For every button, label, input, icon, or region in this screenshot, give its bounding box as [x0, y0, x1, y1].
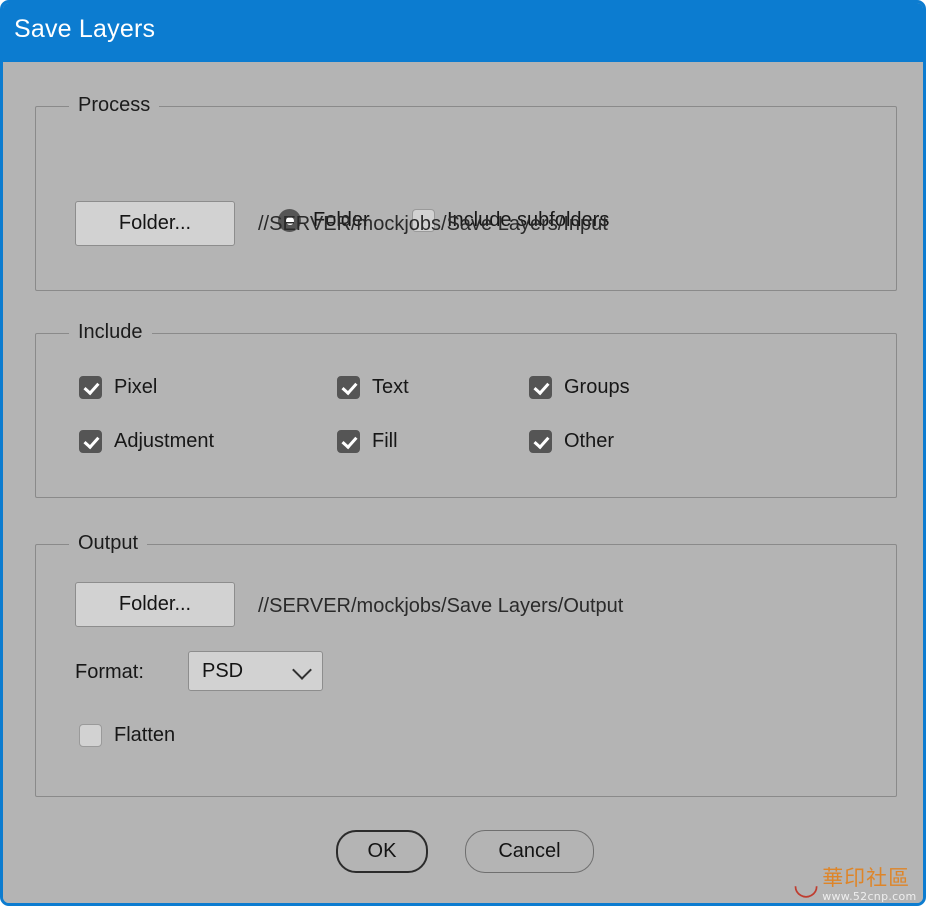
save-layers-dialog: Save Layers Process Active image Folder … [0, 0, 926, 906]
chevron-down-icon [292, 660, 312, 680]
dialog-body: Process Active image Folder Include subf… [3, 62, 923, 903]
checkbox-flatten[interactable]: Flatten [79, 724, 175, 747]
checkbox-pixel[interactable]: Pixel [79, 376, 157, 399]
checkbox-fill-box[interactable] [337, 430, 360, 453]
format-dropdown-value: PSD [202, 659, 244, 682]
format-dropdown[interactable]: PSD [188, 651, 323, 691]
output-group-legend: Output [69, 532, 148, 555]
checkbox-pixel-box[interactable] [79, 376, 102, 399]
checkbox-text-box[interactable] [337, 376, 360, 399]
checkbox-other[interactable]: Other [529, 430, 614, 453]
process-folder-button[interactable]: Folder... [75, 201, 235, 246]
checkbox-text[interactable]: Text [337, 376, 409, 399]
checkbox-adjustment-box[interactable] [79, 430, 102, 453]
output-folder-button[interactable]: Folder... [75, 582, 235, 627]
checkbox-groups-label: Groups [564, 376, 630, 398]
format-label: Format: [75, 661, 144, 683]
checkbox-text-label: Text [372, 376, 409, 398]
dialog-titlebar: Save Layers [3, 3, 923, 62]
checkbox-adjustment[interactable]: Adjustment [79, 430, 214, 453]
checkbox-groups-box[interactable] [529, 376, 552, 399]
watermark-chinese-text: 華印社區 [822, 866, 911, 891]
site-watermark: ◡ 華印社區 www.52cnp.com [793, 864, 923, 903]
checkbox-pixel-label: Pixel [114, 376, 158, 398]
checkbox-flatten-label: Flatten [114, 724, 176, 746]
checkbox-adjustment-label: Adjustment [114, 430, 215, 452]
dialog-title: Save Layers [14, 15, 156, 43]
checkbox-flatten-box[interactable] [79, 724, 102, 747]
include-group: Include [35, 321, 897, 498]
checkbox-other-box[interactable] [529, 430, 552, 453]
process-folder-path: //SERVER/mockjobs/Save Layers/Input [258, 213, 608, 235]
watermark-url: www.52cnp.com [822, 889, 917, 903]
process-group: Process [35, 94, 897, 291]
include-group-legend: Include [69, 321, 152, 344]
watermark-logo-icon: ◡ [793, 867, 820, 902]
output-folder-path: //SERVER/mockjobs/Save Layers/Output [258, 595, 624, 617]
checkbox-groups[interactable]: Groups [529, 376, 630, 399]
cancel-button[interactable]: Cancel [465, 830, 594, 873]
process-group-legend: Process [69, 94, 160, 117]
ok-button[interactable]: OK [336, 830, 428, 873]
checkbox-fill-label: Fill [372, 430, 398, 452]
checkbox-fill[interactable]: Fill [337, 430, 398, 453]
checkbox-other-label: Other [564, 430, 615, 452]
